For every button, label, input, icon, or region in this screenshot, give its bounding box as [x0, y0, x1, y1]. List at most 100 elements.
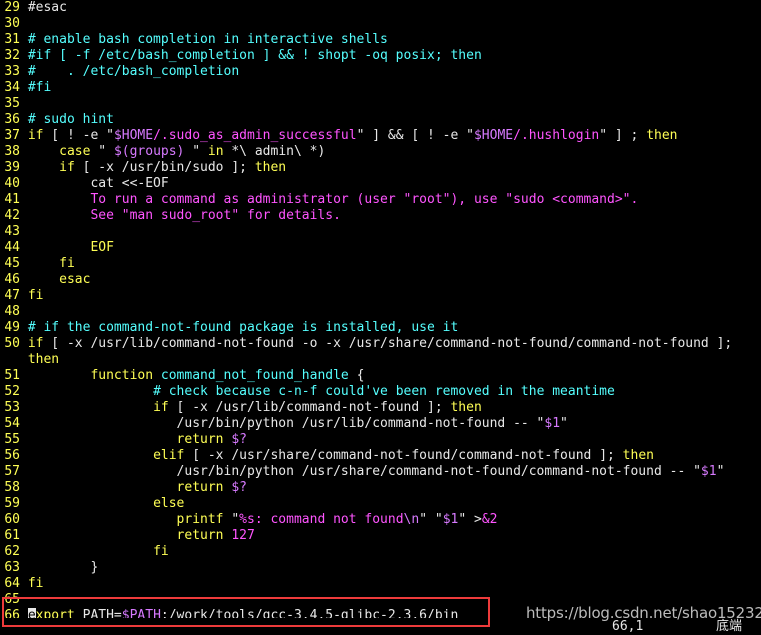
- code-token: $(groups): [113, 144, 185, 159]
- code-line[interactable]: 60 printf "%s: command not found\n" "$1"…: [0, 512, 761, 528]
- code-line[interactable]: 37 if [ ! -e "$HOME/.sudo_as_admin_succe…: [0, 128, 761, 144]
- code-line[interactable]: 57 /usr/bin/python /usr/share/command-no…: [0, 464, 761, 480]
- code-token: in: [207, 144, 224, 159]
- line-number: 56: [4, 448, 20, 463]
- line-number: 47: [4, 288, 20, 303]
- line-number: 39: [4, 160, 20, 175]
- gutter-gap: [20, 416, 28, 431]
- gutter-gap: [20, 176, 28, 191]
- code-line[interactable]: 49 # if the command-not-found package is…: [0, 320, 761, 336]
- code-token: # if the command-not-found package is in…: [27, 320, 459, 335]
- code-token: return: [176, 480, 224, 495]
- code-token: #esac: [27, 0, 67, 15]
- gutter-gap: [20, 528, 28, 543]
- gutter-gap: [20, 144, 28, 159]
- code-token: /usr/bin/python /usr/lib/command-not-fou…: [27, 416, 545, 431]
- code-token: [ -x /usr/lib/command-not-found ];: [168, 400, 451, 415]
- code-line[interactable]: 52 # check because c-n-f could've been r…: [0, 384, 761, 400]
- line-number: 59: [4, 496, 20, 511]
- code-line[interactable]: 61 return 127: [0, 528, 761, 544]
- gutter-gap: [20, 480, 28, 495]
- code-token: [ -x /usr/bin/sudo ];: [74, 160, 255, 175]
- code-line[interactable]: 42 See "man sudo_root" for details.: [0, 208, 761, 224]
- code-line[interactable]: 32 #if [ -f /etc/bash_completion ] && ! …: [0, 48, 761, 64]
- code-line[interactable]: then: [0, 352, 761, 368]
- code-token: [ -x /usr/share/command-not-found/comman…: [184, 448, 623, 463]
- code-token: then: [254, 160, 287, 175]
- code-line[interactable]: 44 EOF: [0, 240, 761, 256]
- line-number: 53: [4, 400, 20, 415]
- gutter-gap: [20, 16, 28, 31]
- line-number: 46: [4, 272, 20, 287]
- gutter-gap: [20, 400, 28, 415]
- code-line[interactable]: 36 # sudo hint: [0, 112, 761, 128]
- code-token: $?: [231, 480, 247, 495]
- code-line[interactable]: 39 if [ -x /usr/bin/sudo ]; then: [0, 160, 761, 176]
- gutter-gap: [20, 384, 28, 399]
- code-line[interactable]: 38 case " $(groups) " in *\ admin\ *): [0, 144, 761, 160]
- code-token: printf: [176, 512, 224, 527]
- code-line[interactable]: 54 /usr/bin/python /usr/lib/command-not-…: [0, 416, 761, 432]
- line-number: 51: [4, 368, 20, 383]
- code-line[interactable]: 29 #esac: [0, 0, 761, 16]
- code-line[interactable]: 58 return $?: [0, 480, 761, 496]
- code-token: PATH=: [74, 608, 122, 618]
- code-line[interactable]: 48: [0, 304, 761, 320]
- code-line[interactable]: 33 # . /etc/bash_completion: [0, 64, 761, 80]
- code-token: case: [59, 144, 91, 159]
- code-token: fi: [27, 288, 44, 303]
- gutter-gap: [20, 0, 28, 15]
- code-line[interactable]: 45 fi: [0, 256, 761, 272]
- code-line[interactable]: 64 fi: [0, 576, 761, 592]
- code-token: \n: [403, 512, 420, 527]
- code-token: cat <<-EOF: [27, 176, 169, 191]
- code-token: return: [176, 432, 224, 447]
- gutter-gap: [20, 208, 28, 223]
- code-line[interactable]: 53 if [ -x /usr/lib/command-not-found ];…: [0, 400, 761, 416]
- line-number: 40: [4, 176, 20, 191]
- code-token: then: [27, 352, 60, 367]
- code-line[interactable]: 40 cat <<-EOF: [0, 176, 761, 192]
- code-line[interactable]: 31 # enable bash completion in interacti…: [0, 32, 761, 48]
- code-line[interactable]: 63 }: [0, 560, 761, 576]
- line-number: 63: [4, 560, 20, 575]
- gutter-gap: [20, 368, 28, 383]
- code-line[interactable]: 62 fi: [0, 544, 761, 560]
- code-line[interactable]: 41 To run a command as administrator (us…: [0, 192, 761, 208]
- gutter-gap: [20, 592, 28, 607]
- code-token: ": [716, 464, 725, 479]
- line-number: 62: [4, 544, 20, 559]
- line-number: 38: [4, 144, 20, 159]
- code-line[interactable]: 55 return $?: [0, 432, 761, 448]
- code-line[interactable]: 47 fi: [0, 288, 761, 304]
- line-number: 52: [4, 384, 20, 399]
- gutter-gap: [20, 608, 28, 618]
- code-token: else: [153, 496, 185, 511]
- terminal-editor[interactable]: 29 #esac 30 31 # enable bash completion i…: [0, 0, 761, 618]
- code-token: 127: [231, 528, 255, 543]
- gutter-gap: [20, 560, 28, 575]
- code-line[interactable]: 30: [0, 16, 761, 32]
- code-token: $1: [442, 512, 459, 527]
- code-line[interactable]: 59 else: [0, 496, 761, 512]
- code-line[interactable]: 43: [0, 224, 761, 240]
- gutter-gap: [20, 224, 28, 239]
- code-line[interactable]: 35: [0, 96, 761, 112]
- line-number: 45: [4, 256, 20, 271]
- code-token: %s: command not found: [239, 512, 404, 527]
- code-line[interactable]: 46 esac: [0, 272, 761, 288]
- code-line[interactable]: 34 #fi: [0, 80, 761, 96]
- code-line[interactable]: 50 if [ -x /usr/lib/command-not-found -o…: [0, 336, 761, 352]
- code-token: $1: [700, 464, 717, 479]
- code-line[interactable]: 56 elif [ -x /usr/share/command-not-foun…: [0, 448, 761, 464]
- code-line[interactable]: 51 function command_not_found_handle {: [0, 368, 761, 384]
- gutter-gap: [20, 544, 28, 559]
